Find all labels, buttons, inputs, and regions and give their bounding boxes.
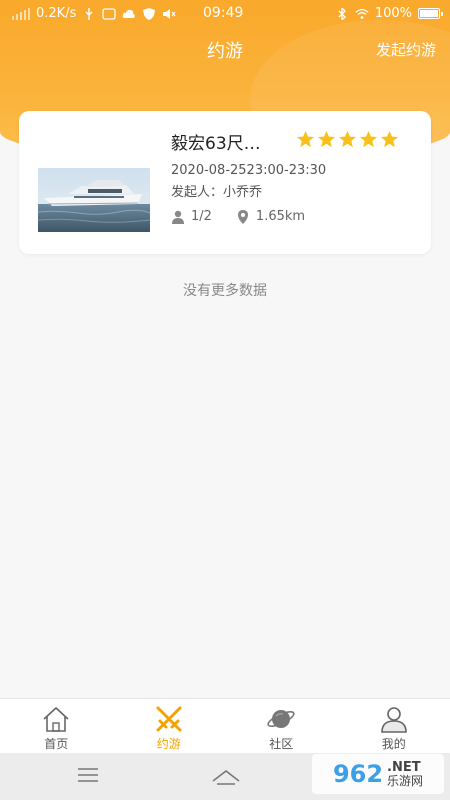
star-icon	[359, 130, 378, 148]
net-speed: 0.2K/s	[36, 6, 77, 21]
nfc-icon	[102, 7, 117, 20]
bluetooth-icon	[338, 7, 346, 20]
trip-initiator: 发起人：小乔乔	[171, 185, 263, 200]
participant-count: 1/2	[191, 209, 212, 224]
person-icon	[172, 210, 184, 224]
usb-icon	[85, 7, 93, 20]
status-bar: 0.2K/s 09:49 100%	[0, 0, 450, 28]
home-icon	[43, 706, 69, 732]
star-icon	[338, 130, 357, 148]
trip-title: 毅宏63尺…	[171, 134, 261, 154]
distance: 1.65km	[255, 209, 306, 224]
watermark-cn: 乐游网	[387, 773, 424, 788]
tab-mine[interactable]: 我的	[338, 699, 450, 753]
tab-community[interactable]: 社区	[225, 699, 338, 753]
location-pin-icon	[237, 209, 248, 224]
battery-percent: 100%	[374, 6, 412, 21]
tab-home-label: 首页	[44, 737, 69, 751]
tab-mine-label: 我的	[381, 737, 406, 751]
status-right: 100%	[335, 6, 443, 21]
crossed-swords-icon	[156, 706, 182, 732]
signal-icon	[12, 7, 30, 20]
trip-card[interactable]: 毅宏63尺… 2020-08-2523:00-23:30 发起人：小乔乔 1/2…	[19, 111, 431, 254]
star-icon	[317, 130, 336, 148]
menu-icon[interactable]	[77, 767, 99, 783]
battery-icon	[418, 8, 443, 19]
yacht-photo	[38, 168, 150, 232]
status-time: 09:49	[203, 5, 244, 21]
watermark-net: .NET	[387, 759, 421, 775]
star-icon	[380, 130, 399, 148]
star-icon	[296, 130, 315, 148]
home-nav-icon[interactable]	[211, 767, 241, 785]
watermark-number: 962	[332, 760, 384, 788]
rating-stars	[296, 130, 399, 149]
cloud-icon	[123, 9, 136, 18]
tab-home[interactable]: 首页	[0, 699, 113, 753]
planet-icon	[267, 710, 295, 728]
tab-trips[interactable]: 约游	[113, 699, 226, 753]
tab-trips-label: 约游	[156, 737, 181, 751]
initiate-trip-button[interactable]: 发起约游	[376, 39, 436, 60]
list-end-text: 没有更多数据	[183, 283, 267, 299]
site-watermark: 962 .NET 乐游网	[312, 754, 444, 794]
mute-icon	[163, 8, 176, 19]
status-left: 0.2K/s	[12, 6, 176, 21]
bottom-tabbar: 首页 约游 社区 我的	[0, 698, 450, 753]
trip-time: 2020-08-2523:00-23:30	[171, 163, 327, 178]
user-icon	[380, 707, 407, 733]
shield-icon	[143, 7, 156, 20]
trip-meta: 1/2 1.65km	[171, 209, 305, 224]
watermark-text: .NET 乐游网	[387, 761, 423, 787]
wifi-icon	[355, 8, 369, 19]
tab-community-label: 社区	[269, 737, 294, 751]
